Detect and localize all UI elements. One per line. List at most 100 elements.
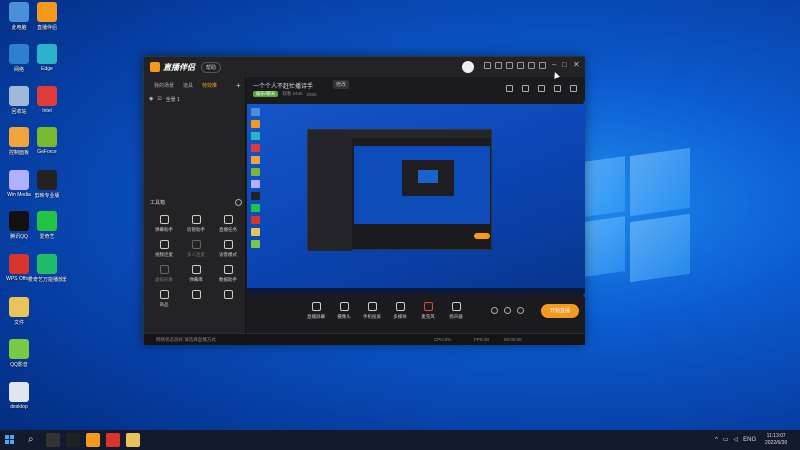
tool-icon (159, 290, 169, 299)
source-button[interactable]: 摄像头 (333, 302, 355, 320)
clock-date: 2022/6/30 (765, 440, 788, 446)
source-label: 摄像头 (337, 314, 351, 319)
app-title-bar[interactable]: 直播伴侣 帮助 – □ ✕ (144, 57, 585, 77)
bell-icon[interactable] (554, 85, 561, 92)
left-panel: 我的场景 道具 特效推 + ◉ ⊡ 全景 1 工具箱 弹幕助手 房管助手 直播任务视… (144, 77, 246, 345)
app-icon (9, 86, 29, 106)
status-message: 网络状态良好,请选择直播方式 (156, 337, 216, 342)
source-icon (339, 302, 349, 311)
lock-icon[interactable]: ⊡ (157, 96, 161, 102)
tool-icon (191, 240, 201, 249)
desktop-icon[interactable]: Intel (28, 86, 66, 126)
source-button[interactable]: 直播屏幕 (305, 302, 327, 320)
desktop-icon[interactable]: GeForce (28, 127, 66, 167)
desktop-icon-label: 直播伴侣 (36, 25, 57, 31)
input-language[interactable]: ENG (743, 437, 756, 443)
clock[interactable]: 11:13:07 2022/6/30 (765, 433, 787, 447)
desktop-icon[interactable]: 直播伴侣 (28, 2, 66, 42)
tool-item[interactable]: 弹幕助手 (148, 215, 180, 233)
task-view-icon[interactable] (46, 433, 60, 447)
chevron-up-icon[interactable]: ^ (715, 437, 718, 443)
source-button[interactable]: 手机投屏 (361, 302, 383, 320)
tool-item[interactable]: 弹幕库 (180, 265, 212, 283)
tool-item[interactable]: 访客模式 (212, 240, 244, 258)
start-live-button[interactable]: 开始直播 (541, 304, 579, 318)
close-button[interactable]: ✕ (573, 60, 580, 69)
desktop-icon-label: 爱奇艺 (39, 234, 55, 240)
camera-icon[interactable] (491, 307, 498, 314)
shop-icon[interactable] (506, 62, 513, 69)
system-tray: ^ ▭ ◁ ENG (715, 436, 756, 444)
tool-grid: 弹幕助手 房管助手 直播任务视频连麦 多人连麦 访客模式虚拟形象 弹幕库 数据助手商品 (148, 215, 244, 308)
desktop-icon[interactable]: 爱奇艺万能播放器 (28, 254, 66, 294)
menu-icon[interactable] (539, 62, 546, 69)
share-icon[interactable] (570, 85, 577, 92)
tool-item[interactable]: 视频连麦 (148, 240, 180, 258)
beauty-icon[interactable] (504, 307, 511, 314)
tool-item[interactable]: 房管助手 (180, 215, 212, 233)
minimize-button[interactable]: – (552, 60, 556, 69)
desktop-icon[interactable]: 爱奇艺 (28, 211, 66, 251)
message-icon[interactable] (484, 62, 491, 69)
desktop-icon[interactable]: 文件 (0, 297, 38, 337)
extra-icons (491, 307, 524, 314)
stream-title[interactable]: 一个个人不赶忙播诗手 (253, 81, 313, 90)
toolbox-header: 工具箱 (150, 199, 242, 206)
title-tools (484, 62, 546, 69)
search-icon[interactable]: ⌕ (28, 434, 34, 445)
volume-icon[interactable]: ◁ (734, 436, 739, 443)
scene-row[interactable]: ◉ ⊡ 全景 1 (144, 93, 245, 105)
source-button[interactable]: 扬声器 (445, 302, 467, 320)
add-scene-icon[interactable]: + (236, 81, 241, 90)
tab-my-scenes[interactable]: 我的场景 (154, 82, 174, 89)
desktop-icon-label: Intel (42, 108, 52, 114)
eye-icon[interactable]: ◉ (149, 96, 153, 102)
filter-icon[interactable] (528, 62, 535, 69)
desktop-icon[interactable]: 剪映专业版 (28, 170, 66, 210)
tool-item[interactable]: 直播任务 (212, 215, 244, 233)
tool-icon (223, 290, 233, 299)
app-logo-icon (150, 62, 160, 72)
maximize-button[interactable]: □ (562, 60, 567, 69)
app-icon (9, 127, 29, 147)
tool-icon (159, 215, 169, 224)
preview-taskbar (247, 288, 585, 294)
network-icon[interactable]: ▭ (723, 436, 729, 443)
gift-icon[interactable] (495, 62, 502, 69)
obs-icon[interactable] (66, 433, 80, 447)
start-button[interactable] (5, 435, 15, 445)
desktop-icon[interactable]: QQ影音 (0, 339, 38, 379)
source-button[interactable]: 多媒体 (389, 302, 411, 320)
tool-item[interactable] (212, 290, 244, 308)
settings-icon[interactable] (517, 62, 524, 69)
tool-item[interactable]: 多人连麦 (180, 240, 212, 258)
tool-item[interactable]: 数据助手 (212, 265, 244, 283)
media-taskbar-icon[interactable] (106, 433, 120, 447)
tool-item[interactable]: 商品 (148, 290, 180, 308)
layout-icon[interactable] (506, 85, 513, 92)
toolbox-collapse-icon[interactable] (235, 199, 242, 206)
live-preview[interactable] (247, 104, 585, 294)
gear-icon[interactable] (517, 307, 524, 314)
edit-title-button[interactable]: 修改 (333, 80, 350, 89)
user-avatar[interactable] (462, 61, 474, 73)
source-button[interactable]: 麦克风 (417, 302, 439, 320)
desktop-icon[interactable]: Edge (28, 44, 66, 84)
tool-icon (191, 290, 201, 299)
header-icons (506, 85, 577, 92)
desktop-icon[interactable]: desktop (0, 382, 38, 422)
help-pill-button[interactable]: 帮助 (201, 61, 222, 73)
tab-props[interactable]: 道具 (183, 82, 193, 89)
tab-effects[interactable]: 特效推 (202, 82, 217, 89)
live-app-taskbar-icon[interactable] (86, 433, 100, 447)
nested-app-preview (307, 129, 492, 251)
app-icon (37, 254, 57, 274)
screenshot-icon[interactable] (538, 85, 545, 92)
record-icon[interactable] (522, 85, 529, 92)
windows-taskbar: ⌕ ^ ▭ ◁ ENG 11:13:07 2022/6/30 (0, 430, 800, 450)
tool-item[interactable] (180, 290, 212, 308)
tool-item[interactable]: 虚拟形象 (148, 265, 180, 283)
app-icon (9, 254, 29, 274)
explorer-taskbar-icon[interactable] (126, 433, 140, 447)
app-icon (37, 2, 57, 22)
